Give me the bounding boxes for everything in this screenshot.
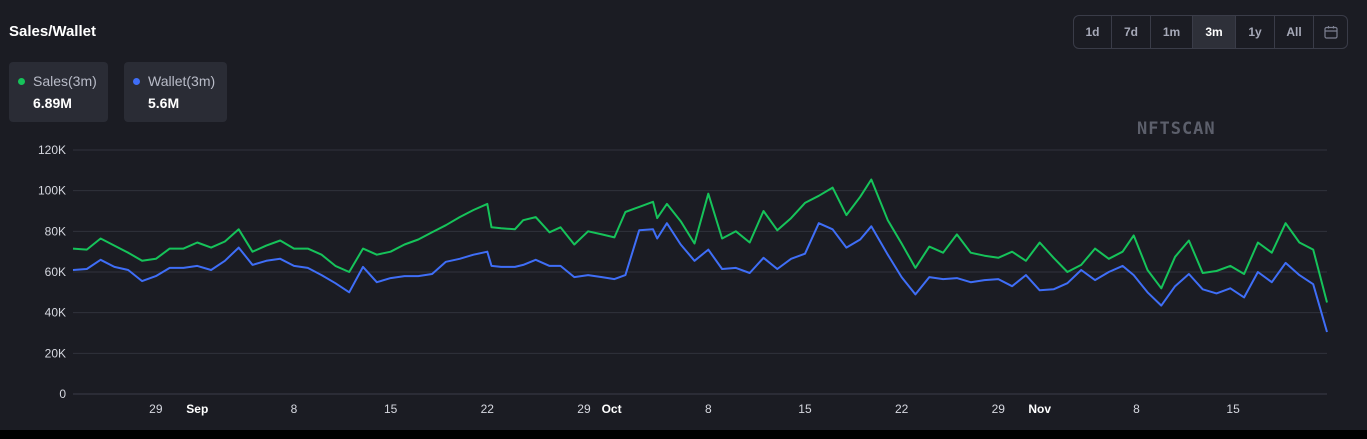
x-tick-label: 22 bbox=[481, 402, 495, 416]
x-tick-label: 8 bbox=[291, 402, 298, 416]
x-tick-label: Nov bbox=[1028, 402, 1051, 416]
x-tick-label: 15 bbox=[1226, 402, 1240, 416]
y-tick-label: 100K bbox=[38, 184, 66, 198]
sales-series-line bbox=[72, 178, 1328, 303]
x-tick-label: 8 bbox=[1133, 402, 1140, 416]
y-tick-label: 60K bbox=[45, 265, 66, 279]
x-tick-label: Oct bbox=[602, 402, 622, 416]
y-tick-label: 0 bbox=[59, 387, 66, 401]
x-tick-label: 15 bbox=[798, 402, 812, 416]
x-tick-label: 15 bbox=[384, 402, 398, 416]
bottom-strip bbox=[0, 430, 1367, 439]
y-tick-label: 120K bbox=[38, 143, 66, 157]
x-tick-label: 22 bbox=[895, 402, 909, 416]
x-tick-label: 29 bbox=[577, 402, 591, 416]
x-tick-label: Sep bbox=[186, 402, 208, 416]
sales-wallet-line-chart: 0 20K 40K 60K 80K 100K 120K 29 Sep 8 15 22 29 Oct 8 15 2… bbox=[38, 143, 1328, 416]
wallet-series-line bbox=[72, 222, 1328, 333]
x-tick-label: 8 bbox=[705, 402, 712, 416]
y-tick-label: 40K bbox=[45, 306, 66, 320]
x-tick-label: 29 bbox=[992, 402, 1006, 416]
y-tick-label: 80K bbox=[45, 224, 66, 238]
y-tick-label: 20K bbox=[45, 346, 66, 360]
x-tick-label: 29 bbox=[149, 402, 163, 416]
